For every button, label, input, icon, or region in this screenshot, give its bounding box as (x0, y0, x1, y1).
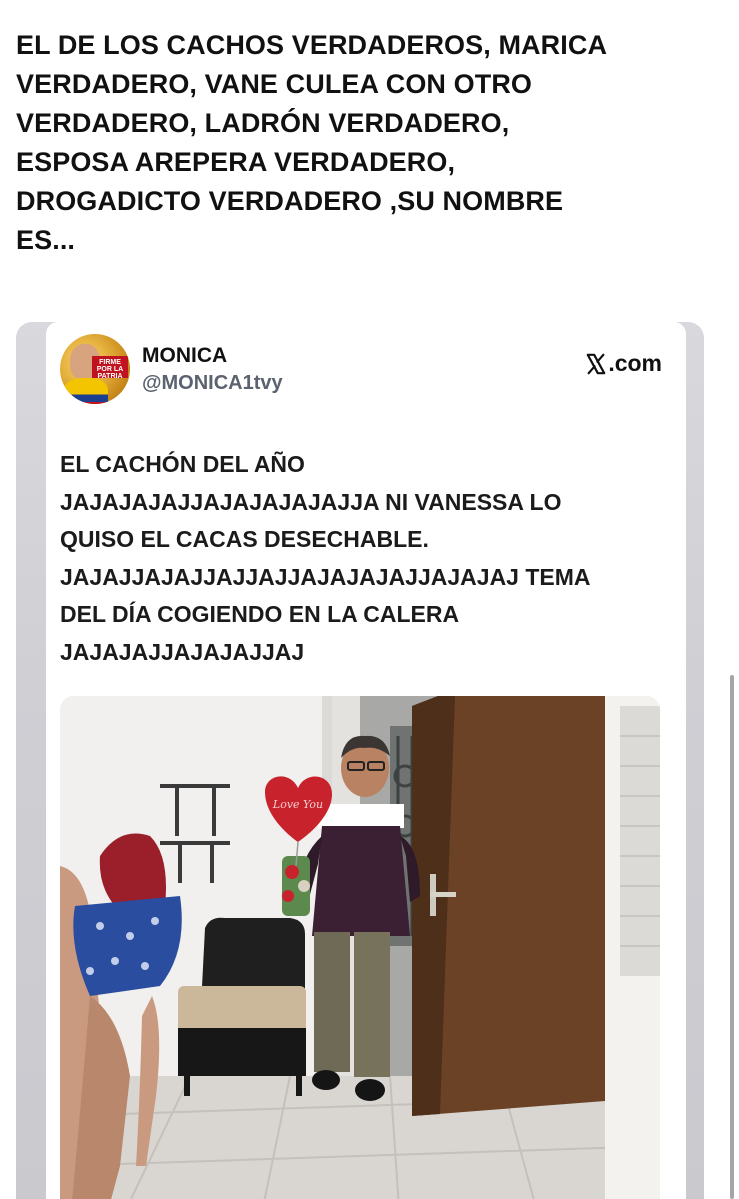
embedded-tweet-card: FIRME POR LA PATRIA MONICA @MONICA1tvy .… (46, 322, 686, 1199)
author-handle: @MONICA1tvy (142, 372, 283, 394)
avatar-badge-line: POR LA (96, 366, 124, 373)
tweet-text-line: QUISO EL CACAS DESECHABLE. (60, 526, 429, 552)
tweet-text: EL CACHÓN DEL AÑO JAJAJAJAJJAJAJAJAJAJJA… (60, 446, 680, 671)
caption-line: VERDADERO, VANE CULEA CON OTRO (16, 69, 533, 99)
avatar: FIRME POR LA PATRIA (60, 334, 130, 404)
author-name: MONICA (142, 344, 228, 367)
caption-line: ES... (16, 225, 76, 255)
caption-line: ESPOSA AREPERA VERDADERO, (16, 147, 456, 177)
tweet-text-line: JAJAJJAJAJJAJJAJJAJAJAJAJJAJAJAJ TEMA (60, 563, 591, 590)
screenshot-page: EL DE LOS CACHOS VERDADEROS, MARICA VERD… (0, 0, 739, 1199)
tweet-text-line: EL CACHÓN DEL AÑO (60, 451, 305, 477)
scrollbar[interactable] (730, 675, 734, 1199)
attached-image[interactable]: FIRME POR LA PATRIA MONICA @MONICA1tvy .… (16, 322, 704, 1199)
tweet-text-line: JAJAJAJAJJAJAJAJAJAJJA NI VANESSA LO (60, 488, 562, 515)
caption-line: EL DE LOS CACHOS VERDADEROS, MARICA (16, 30, 608, 60)
source-label: .com (608, 350, 662, 376)
avatar-badge-line: FIRME (99, 359, 121, 366)
x-logo-icon (586, 353, 606, 374)
avatar-badge-line: PATRIA (97, 373, 123, 380)
tweet-text-line: JAJAJAJJAJAJAJJAJ (60, 638, 305, 665)
avatar-badge: FIRME POR LA PATRIA (92, 356, 128, 380)
tweet-photo: Love You (60, 696, 660, 1199)
caption-line: VERDADERO, LADRÓN VERDADERO, (16, 108, 510, 138)
room-scene-image: Love You (60, 696, 660, 1199)
avatar-shirt-shape (64, 378, 108, 404)
balloon-text: Love You (272, 798, 323, 811)
post-caption: EL DE LOS CACHOS VERDADEROS, MARICA VERD… (16, 26, 716, 260)
tweet-text-line: DEL DÍA COGIENDO EN LA CALERA (60, 601, 460, 627)
caption-line: DROGADICTO VERDADERO ,SU NOMBRE (16, 186, 564, 216)
source-logo: .com (585, 350, 662, 377)
